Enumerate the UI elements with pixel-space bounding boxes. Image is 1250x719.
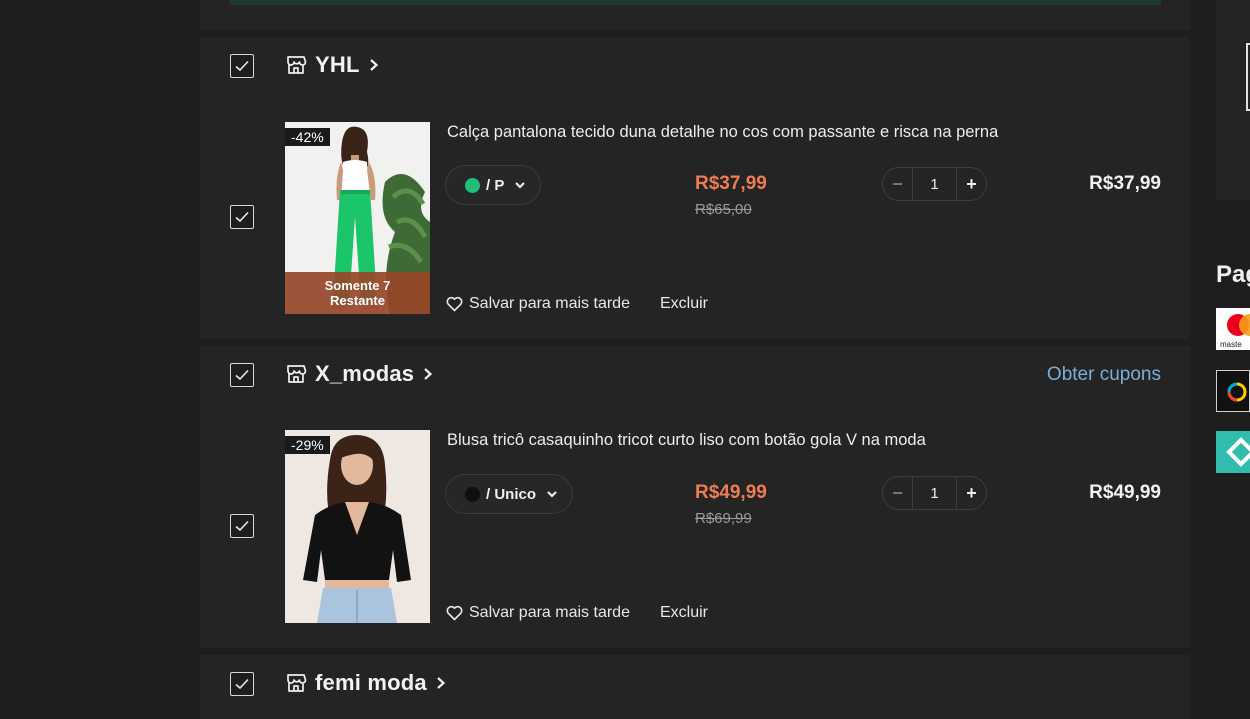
variant-selector[interactable]: / P [445, 165, 542, 205]
store-header[interactable]: femi moda [285, 670, 447, 696]
original-price: R$69,99 [695, 510, 752, 527]
summary-input-edge[interactable] [1246, 43, 1250, 111]
quantity-value[interactable]: 1 [913, 485, 956, 502]
sale-price: R$37,99 [695, 173, 767, 194]
store-icon [285, 54, 307, 76]
variant-selector[interactable]: / Unico [445, 474, 574, 514]
checkmark-icon [235, 678, 249, 690]
quantity-stepper: − 1 + [882, 167, 987, 201]
store-checkbox[interactable] [230, 54, 254, 78]
store-header[interactable]: YHL [285, 52, 380, 78]
checkmark-icon [235, 211, 249, 223]
store-name: X_modas [315, 361, 415, 386]
save-for-later-button[interactable]: Salvar para mais tarde [446, 295, 630, 313]
store-checkbox[interactable] [230, 672, 254, 696]
store-icon [285, 672, 307, 694]
store-section-yhl: YHL -42% Somente 7 Restante Calça pantal… [200, 37, 1190, 339]
item-checkbox[interactable] [230, 514, 254, 538]
store-checkbox[interactable] [230, 363, 254, 387]
product-title[interactable]: Blusa tricô casaquinho tricot curto liso… [447, 431, 926, 450]
variant-label: / P [486, 176, 505, 194]
increase-button[interactable]: + [956, 168, 986, 200]
product-image[interactable]: -42% Somente 7 Restante [285, 122, 430, 314]
banner-bar [230, 0, 1161, 5]
get-coupons-link[interactable]: Obter cupons [1047, 364, 1161, 386]
quantity-value[interactable]: 1 [913, 176, 956, 193]
payment-methods-title: Pag [1216, 261, 1250, 288]
color-swatch [465, 177, 480, 193]
save-for-later-button[interactable]: Salvar para mais tarde [446, 604, 630, 622]
item-actions: Salvar para mais tarde Excluir [446, 604, 708, 622]
mastercard-wordmark: maste [1220, 340, 1242, 349]
chevron-right-icon [368, 58, 380, 72]
color-swatch [465, 486, 480, 502]
original-price: R$65,00 [695, 201, 752, 218]
chevron-down-icon [542, 488, 558, 500]
order-summary-card [1216, 0, 1250, 200]
chevron-right-icon [435, 676, 447, 690]
elo-icon [1216, 370, 1250, 412]
save-for-later-label: Salvar para mais tarde [469, 604, 630, 621]
top-banner [200, 0, 1190, 30]
delete-button[interactable]: Excluir [660, 295, 708, 313]
sale-price: R$49,99 [695, 482, 767, 503]
store-section-femi-moda: femi moda [200, 655, 1190, 719]
checkmark-icon [235, 60, 249, 72]
heart-icon [446, 296, 463, 312]
store-name: femi moda [315, 670, 427, 695]
line-total: R$37,99 [1089, 173, 1161, 194]
store-name: YHL [315, 52, 360, 77]
store-icon [285, 363, 307, 385]
discount-badge: -42% [285, 128, 330, 146]
pix-icon [1216, 431, 1250, 473]
item-actions: Salvar para mais tarde Excluir [446, 295, 708, 313]
item-checkbox[interactable] [230, 205, 254, 229]
stock-warning: Somente 7 Restante [285, 272, 430, 314]
heart-icon [446, 605, 463, 621]
quantity-stepper: − 1 + [882, 476, 987, 510]
increase-button[interactable]: + [956, 477, 986, 509]
mastercard-icon: maste [1216, 308, 1250, 350]
product-title[interactable]: Calça pantalona tecido duna detalhe no c… [447, 123, 998, 142]
store-header[interactable]: X_modas [285, 361, 434, 387]
chevron-right-icon [422, 367, 434, 381]
product-photo-cardigan [285, 430, 430, 623]
chevron-down-icon [510, 179, 526, 191]
product-image[interactable]: -29% [285, 430, 430, 623]
store-section-x-modas: X_modas Obter cupons -29% Blusa tricô ca… [200, 346, 1190, 648]
checkmark-icon [235, 369, 249, 381]
cart-page: YHL -42% Somente 7 Restante Calça pantal… [0, 0, 1250, 719]
discount-badge: -29% [285, 436, 330, 454]
checkmark-icon [235, 520, 249, 532]
line-total: R$49,99 [1089, 482, 1161, 503]
delete-button[interactable]: Excluir [660, 604, 708, 622]
decrease-button[interactable]: − [883, 168, 913, 200]
decrease-button[interactable]: − [883, 477, 913, 509]
save-for-later-label: Salvar para mais tarde [469, 295, 630, 312]
variant-label: / Unico [486, 485, 537, 503]
